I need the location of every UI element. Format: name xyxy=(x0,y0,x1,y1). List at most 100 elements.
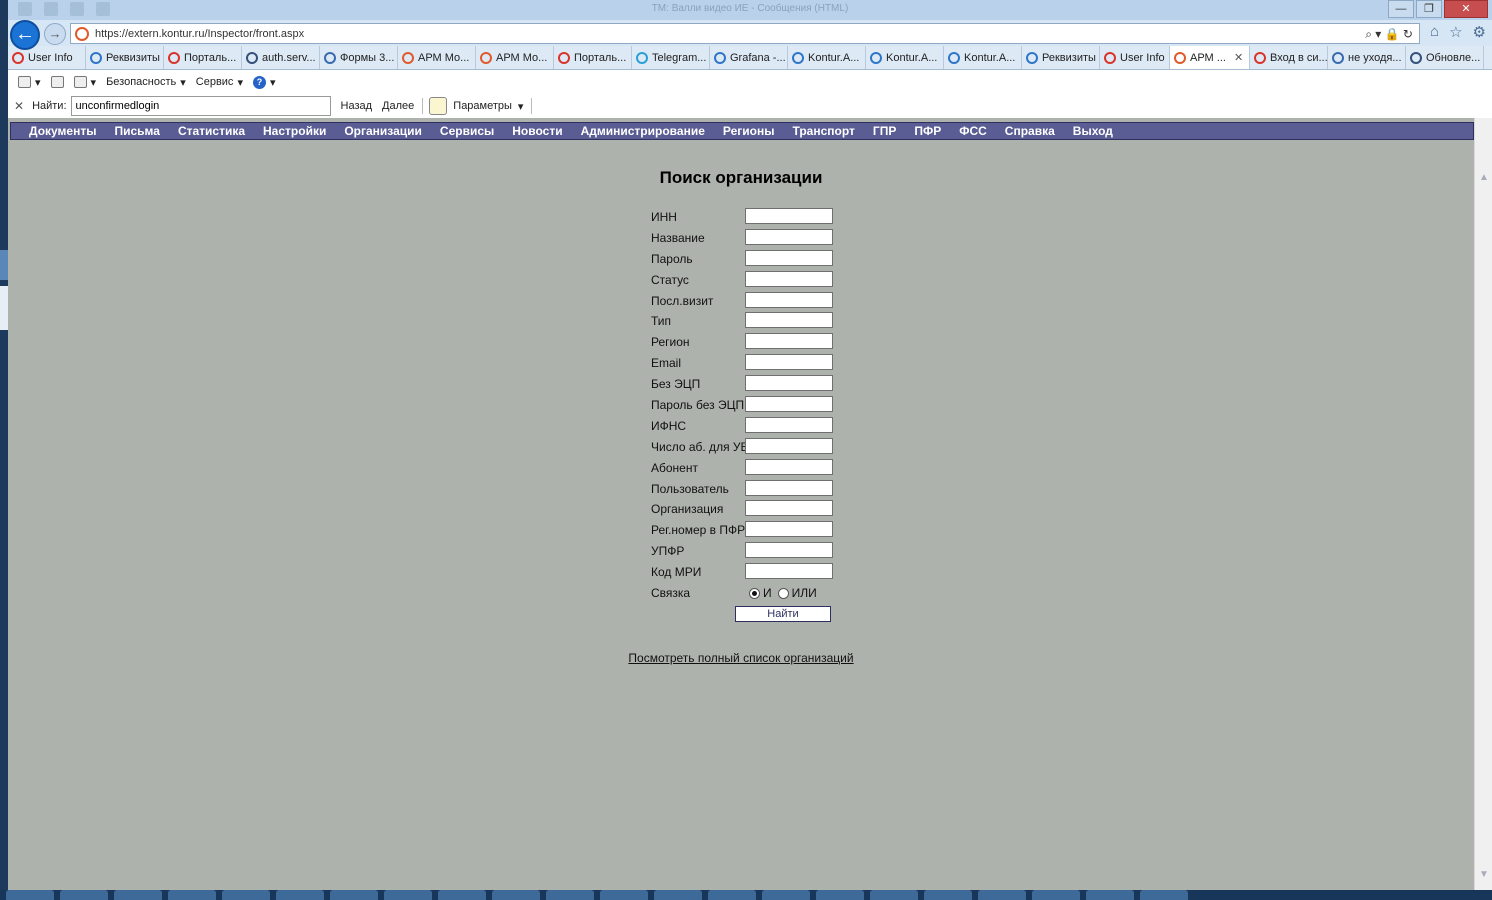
tab-10[interactable]: Kontur.A... xyxy=(788,46,866,69)
field-input-2[interactable] xyxy=(745,249,833,266)
field-input-5[interactable] xyxy=(745,312,833,329)
tab-13[interactable]: Реквизиты xyxy=(1022,46,1100,69)
taskbar-app[interactable] xyxy=(6,890,54,900)
tab-14[interactable]: User Info xyxy=(1100,46,1170,69)
field-input-12[interactable] xyxy=(745,458,833,475)
radio-and[interactable] xyxy=(749,587,760,599)
menu-item-4[interactable]: Организации xyxy=(344,124,422,138)
address-url[interactable]: https://extern.kontur.ru/Inspector/front… xyxy=(95,28,304,40)
field-input-14[interactable] xyxy=(745,500,833,517)
tab-18[interactable]: Обновле... xyxy=(1406,46,1484,69)
full-list-link[interactable]: Посмотреть полный список организаций xyxy=(8,651,1474,665)
menu-item-2[interactable]: Статистика xyxy=(178,124,245,138)
field-input-16[interactable] xyxy=(745,542,833,559)
tab-5[interactable]: АРМ Мо... xyxy=(398,46,476,69)
service-menu[interactable]: Сервис ▾ xyxy=(196,76,243,89)
taskbar-app[interactable] xyxy=(330,890,378,900)
find-input[interactable] xyxy=(70,96,331,116)
tab-12[interactable]: Kontur.A... xyxy=(944,46,1022,69)
tab-8[interactable]: Telegram... xyxy=(632,46,710,69)
tab-1[interactable]: Реквизиты xyxy=(86,46,164,69)
tab-17[interactable]: не уходя... xyxy=(1328,46,1406,69)
find-close-icon[interactable]: ✕ xyxy=(14,99,24,113)
menu-item-6[interactable]: Новости xyxy=(512,124,562,138)
taskbar-app[interactable] xyxy=(1032,890,1080,900)
taskbar-app[interactable] xyxy=(654,890,702,900)
menu-item-8[interactable]: Регионы xyxy=(723,124,775,138)
field-input-17[interactable] xyxy=(745,563,833,580)
address-tools[interactable]: ⌕ ▾ 🔒 ↻ xyxy=(1365,27,1413,42)
taskbar-app[interactable] xyxy=(276,890,324,900)
tab-close-icon[interactable]: ✕ xyxy=(1234,51,1243,64)
field-input-1[interactable] xyxy=(745,228,833,245)
menu-item-5[interactable]: Сервисы xyxy=(440,124,494,138)
help-menu[interactable]: ? ▾ xyxy=(252,75,276,89)
tab-11[interactable]: Kontur.A... xyxy=(866,46,944,69)
tab-3[interactable]: auth.serv... xyxy=(242,46,320,69)
field-input-0[interactable] xyxy=(745,208,833,224)
field-input-8[interactable] xyxy=(745,375,833,392)
close-window-button[interactable]: ✕ xyxy=(1444,0,1488,18)
tab-16[interactable]: Вход в си... xyxy=(1250,46,1328,69)
menu-item-1[interactable]: Письма xyxy=(114,124,159,138)
taskbar-app[interactable] xyxy=(438,890,486,900)
tab-15[interactable]: АРМ ... ✕ xyxy=(1170,46,1250,69)
settings-gear-icon[interactable]: ⚙ xyxy=(1473,23,1486,41)
feeds-button[interactable]: ▾ xyxy=(18,76,41,89)
search-submit-button[interactable]: Найти xyxy=(735,606,831,623)
print-button[interactable]: ▾ xyxy=(73,76,96,89)
taskbar-app[interactable] xyxy=(1086,890,1134,900)
restore-button[interactable]: ❐ xyxy=(1416,0,1442,18)
address-bar[interactable]: https://extern.kontur.ru/Inspector/front… xyxy=(70,23,1420,44)
taskbar-app[interactable] xyxy=(762,890,810,900)
forward-button[interactable]: → xyxy=(44,23,66,45)
favorites-star-icon[interactable]: ☆ xyxy=(1449,23,1462,41)
menu-item-7[interactable]: Администрирование xyxy=(581,124,705,138)
menu-item-12[interactable]: ФСС xyxy=(959,124,987,138)
find-params-icon[interactable] xyxy=(429,97,448,115)
field-input-4[interactable] xyxy=(745,291,833,308)
tab-6[interactable]: АРМ Мо... xyxy=(476,46,554,69)
scroll-up-icon[interactable]: ▲ xyxy=(1479,172,1489,183)
home-icon[interactable]: ⌂ xyxy=(1430,23,1439,41)
field-input-11[interactable] xyxy=(745,437,833,454)
taskbar-app[interactable] xyxy=(924,890,972,900)
taskbar-app[interactable] xyxy=(708,890,756,900)
taskbar-app[interactable] xyxy=(60,890,108,900)
field-input-6[interactable] xyxy=(745,333,833,350)
taskbar-app[interactable] xyxy=(114,890,162,900)
field-input-9[interactable] xyxy=(745,396,833,413)
menu-item-13[interactable]: Справка xyxy=(1005,124,1055,138)
minimize-button[interactable]: — xyxy=(1388,0,1414,18)
taskbar-app[interactable] xyxy=(492,890,540,900)
radio-or[interactable] xyxy=(777,587,789,599)
find-next-button[interactable]: Далее xyxy=(382,100,414,112)
mail-button[interactable] xyxy=(50,76,64,88)
taskbar-app[interactable] xyxy=(222,890,270,900)
taskbar-app[interactable] xyxy=(546,890,594,900)
menu-item-0[interactable]: Документы xyxy=(29,124,96,138)
find-prev-button[interactable]: Назад xyxy=(341,100,373,112)
find-params-button[interactable]: Параметры xyxy=(453,100,512,112)
scroll-down-icon[interactable]: ▼ xyxy=(1479,869,1489,880)
tab-4[interactable]: Формы 3... xyxy=(320,46,398,69)
safety-menu[interactable]: Безопасность ▾ xyxy=(106,76,186,89)
find-params-dropdown-icon[interactable]: ▾ xyxy=(518,100,524,113)
taskbar-app[interactable] xyxy=(816,890,864,900)
menu-item-9[interactable]: Транспорт xyxy=(792,124,854,138)
field-input-15[interactable] xyxy=(745,521,833,538)
menu-item-10[interactable]: ГПР xyxy=(873,124,896,138)
menu-item-3[interactable]: Настройки xyxy=(263,124,326,138)
menu-item-11[interactable]: ПФР xyxy=(914,124,941,138)
taskbar-app[interactable] xyxy=(600,890,648,900)
taskbar-app[interactable] xyxy=(978,890,1026,900)
taskbar-app[interactable] xyxy=(168,890,216,900)
tab-7[interactable]: Порталь... xyxy=(554,46,632,69)
tab-9[interactable]: Grafana -... xyxy=(710,46,788,69)
field-input-10[interactable] xyxy=(745,416,833,433)
taskbar-app[interactable] xyxy=(384,890,432,900)
tab-2[interactable]: Порталь... xyxy=(164,46,242,69)
tab-0[interactable]: User Info xyxy=(8,46,86,69)
back-button[interactable]: ← xyxy=(10,20,40,50)
vertical-scrollbar[interactable]: ▲ ▼ xyxy=(1474,118,1492,890)
